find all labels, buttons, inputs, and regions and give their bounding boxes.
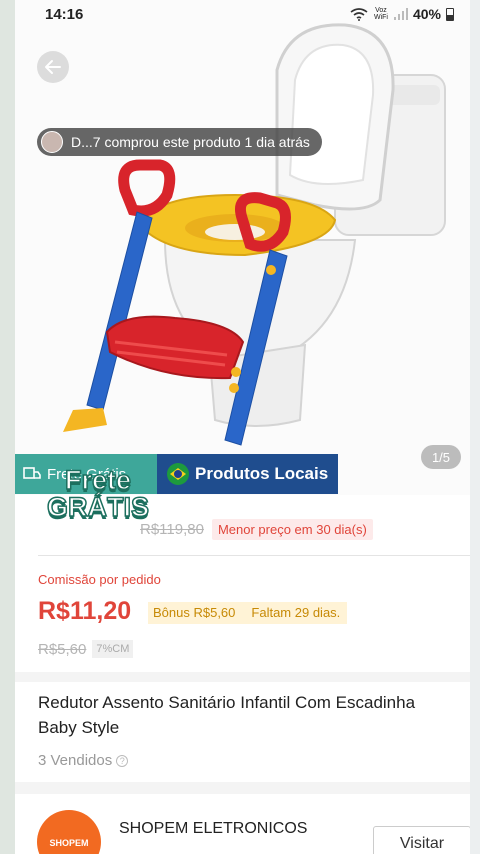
recent-purchase-text: D...7 comprou este produto 1 dia atrás — [71, 134, 310, 150]
sold-count: 3 Vendidos — [38, 752, 113, 769]
battery-icon — [446, 7, 454, 21]
lowest-price-badge: Menor preço em 30 dia(s) — [211, 518, 373, 540]
visit-shop-button[interactable]: Visitar — [373, 826, 470, 854]
recent-purchase-toast: D...7 comprou este produto 1 dia atrás — [37, 128, 322, 156]
volte-wifi-label: Voz WiFi — [373, 7, 388, 21]
arrow-left-icon — [45, 60, 61, 74]
status-bar: 14:16 Voz WiFi 40% — [15, 0, 470, 28]
commission-old-price: R$5,60 — [38, 640, 87, 658]
product-detail-screen: 14:16 Voz WiFi 40% D...7 comprou este pr… — [15, 0, 470, 854]
shop-name[interactable]: SHOPEM ELETRONICOS — [119, 820, 307, 838]
product-photo-illustration — [63, 23, 446, 446]
signal-icon — [393, 8, 408, 20]
info-icon[interactable]: ? — [116, 754, 129, 767]
frete-badge-line1: Frete — [64, 465, 132, 495]
product-title: Redutor Assento Sanitário Infantil Com E… — [38, 693, 416, 737]
shop-logo-text: SHOPEM — [49, 838, 89, 848]
status-time: 14:16 — [45, 5, 84, 23]
local-products-label: Produtos Locais — [195, 464, 329, 483]
back-button[interactable] — [37, 51, 69, 83]
wifi-icon — [350, 7, 368, 21]
status-icons: Voz WiFi 40% — [350, 6, 454, 22]
commission-old-row: R$5,60 7%CM — [38, 640, 134, 658]
commission-value: R$11,20 — [38, 597, 132, 625]
shop-logo[interactable]: SHOPEM — [37, 810, 101, 854]
section-gap — [15, 672, 470, 682]
battery-percent: 40% — [412, 6, 441, 22]
brazil-flag-icon — [167, 463, 189, 485]
image-counter: 1/5 — [421, 445, 461, 469]
right-edge-strip — [470, 0, 480, 854]
sold-count-row: 3 Vendidos ? — [38, 752, 129, 769]
frete-badge-line2: GRÁTIS — [46, 492, 150, 522]
divider — [38, 555, 470, 556]
bonus-badge: Bônus R$5,60 Faltam 29 dias. — [148, 602, 348, 624]
bonus-text: Bônus R$5,60 — [153, 605, 236, 620]
commission-rate-badge: 7%CM — [92, 640, 134, 658]
buyer-avatar — [41, 131, 63, 153]
local-products-banner: Produtos Locais — [157, 454, 338, 494]
left-edge-strip — [0, 0, 15, 854]
section-gap — [15, 782, 470, 794]
frete-gratis-badge: Frete GRÁTIS — [33, 465, 163, 529]
days-left-text: Faltam 29 dias. — [251, 605, 341, 620]
commission-label: Comissão por pedido — [38, 572, 161, 587]
product-image[interactable] — [15, 0, 470, 495]
